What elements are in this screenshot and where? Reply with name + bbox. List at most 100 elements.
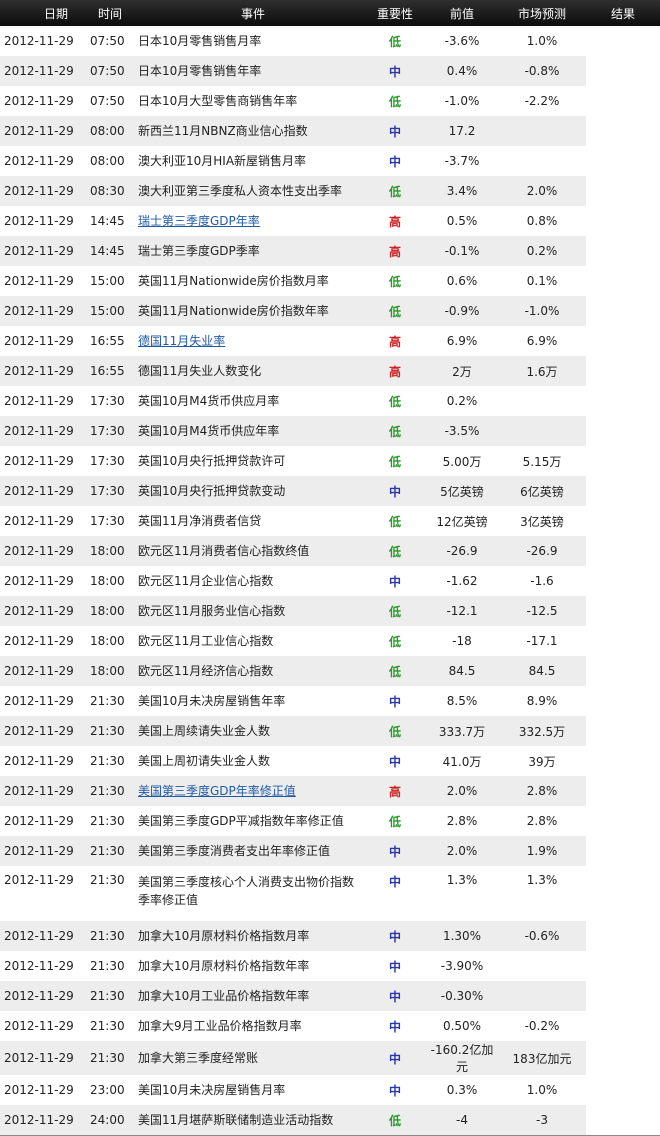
event-date: 2012-11-29: [0, 86, 88, 116]
previous-value: 5亿英镑: [426, 476, 498, 506]
previous-value: -1.0%: [426, 86, 498, 116]
forecast-value: 5.15万: [498, 446, 586, 476]
previous-value: 0.4%: [426, 56, 498, 86]
previous-value: -1.62: [426, 566, 498, 596]
table-row: 2012-11-29 16:55 德国11月失业人数变化高 2万 1.6万: [0, 356, 586, 386]
event-date: 2012-11-29: [0, 416, 88, 446]
event-name: 英国10月央行抵押贷款变动: [132, 476, 364, 506]
previous-value: 2万: [426, 356, 498, 386]
event-date: 2012-11-29: [0, 596, 88, 626]
event-date: 2012-11-29: [0, 116, 88, 146]
event-name: 加拿大第三季度经常账: [132, 1041, 364, 1075]
event-date: 2012-11-29: [0, 776, 88, 806]
importance-badge: 中: [364, 476, 426, 506]
event-time: 21:30: [88, 951, 132, 981]
importance-badge: 低: [364, 416, 426, 446]
forecast-value: -1.6: [498, 566, 586, 596]
table-row: 2012-11-29 21:30 美国第三季度消费者支出年率修正值中 2.0% 1.9%: [0, 836, 586, 866]
event-time: 17:30: [88, 476, 132, 506]
event-time: 24:00: [88, 1105, 132, 1135]
event-date: 2012-11-29: [0, 746, 88, 776]
event-time: 16:55: [88, 356, 132, 386]
forecast-value: 1.0%: [498, 26, 586, 56]
forecast-value: 2.8%: [498, 776, 586, 806]
forecast-value: [498, 981, 586, 1011]
economic-calendar: 日期 时间 事件 重要性 前值 市场预测 结果 2012-11-29 07:50 日…: [0, 0, 660, 1136]
previous-value: -4: [426, 1105, 498, 1135]
forecast-value: 3亿英镑: [498, 506, 586, 536]
event-time: 14:45: [88, 206, 132, 236]
previous-value: 0.6%: [426, 266, 498, 296]
event-time: 07:50: [88, 56, 132, 86]
event-date: 2012-11-29: [0, 206, 88, 236]
event-time: 21:30: [88, 776, 132, 806]
event-date: 2012-11-29: [0, 656, 88, 686]
importance-badge: 低: [364, 656, 426, 686]
table-row: 2012-11-29 21:30 美国10月未决房屋销售年率中 8.5% 8.9%: [0, 686, 586, 716]
previous-value: 2.8%: [426, 806, 498, 836]
event-time: 21:30: [88, 836, 132, 866]
previous-value: -3.7%: [426, 146, 498, 176]
importance-badge: 中: [364, 1041, 426, 1075]
event-name: 澳大利亚10月HIA新屋销售月率: [132, 146, 364, 176]
event-name: 瑞士第三季度GDP季率: [132, 236, 364, 266]
table-row: 2012-11-29 07:50 日本10月零售销售年率中 0.4% -0.8%: [0, 56, 586, 86]
previous-value: -3.5%: [426, 416, 498, 446]
forecast-value: -0.8%: [498, 56, 586, 86]
previous-value: 2.0%: [426, 836, 498, 866]
event-name: 日本10月大型零售商销售年率: [132, 86, 364, 116]
event-date: 2012-11-29: [0, 266, 88, 296]
event-name: 美国第三季度核心个人消费支出物价指数季率修正值: [132, 866, 364, 921]
event-link[interactable]: 德国11月失业率: [138, 334, 225, 348]
event-date: 2012-11-29: [0, 1011, 88, 1041]
event-name: 日本10月零售销售年率: [132, 56, 364, 86]
event-link[interactable]: 瑞士第三季度GDP年率: [138, 214, 260, 228]
table-row: 2012-11-29 18:00 欧元区11月服务业信心指数低 -12.1 -12.5: [0, 596, 586, 626]
forecast-value: 6亿英镑: [498, 476, 586, 506]
previous-value: -0.1%: [426, 236, 498, 266]
table-row: 2012-11-29 21:30 美国第三季度GDP平减指数年率修正值低 2.8% 2.…: [0, 806, 586, 836]
event-name: 美国第三季度GDP平减指数年率修正值: [132, 806, 364, 836]
event-time: 21:30: [88, 981, 132, 1011]
previous-value: -160.2亿加元: [426, 1041, 498, 1075]
table-row: 2012-11-29 23:00 美国10月未决房屋销售月率中 0.3% 1.0%: [0, 1075, 586, 1105]
importance-badge: 低: [364, 596, 426, 626]
event-date: 2012-11-29: [0, 506, 88, 536]
previous-value: 17.2: [426, 116, 498, 146]
forecast-value: -2.2%: [498, 86, 586, 116]
event-time: 21:30: [88, 746, 132, 776]
event-date: 2012-11-29: [0, 866, 88, 921]
importance-badge: 中: [364, 146, 426, 176]
importance-badge: 低: [364, 446, 426, 476]
table-row: 2012-11-29 17:30 英国10月央行抵押贷款变动中 5亿英镑 6亿英镑: [0, 476, 586, 506]
event-name: 美国第三季度消费者支出年率修正值: [132, 836, 364, 866]
event-link[interactable]: 美国第三季度GDP年率修正值: [138, 784, 296, 798]
event-name: 新西兰11月NBNZ商业信心指数: [132, 116, 364, 146]
header-result: 结果: [610, 6, 635, 21]
event-date: 2012-11-29: [0, 56, 88, 86]
forecast-value: 84.5: [498, 656, 586, 686]
table-row: 2012-11-29 18:00 欧元区11月企业信心指数中 -1.62 -1.6: [0, 566, 586, 596]
event-date: 2012-11-29: [0, 236, 88, 266]
event-date: 2012-11-29: [0, 836, 88, 866]
previous-value: -26.9: [426, 536, 498, 566]
previous-value: 41.0万: [426, 746, 498, 776]
event-name: 欧元区11月企业信心指数: [132, 566, 364, 596]
event-date: 2012-11-29: [0, 716, 88, 746]
previous-value: 0.3%: [426, 1075, 498, 1105]
table-row: 2012-11-29 21:30 加拿大10月工业品价格指数年率中 -0.30%: [0, 981, 586, 1011]
event-name: 加拿大10月原材料价格指数年率: [132, 951, 364, 981]
previous-value: 84.5: [426, 656, 498, 686]
header-date: 日期: [43, 6, 68, 21]
event-date: 2012-11-29: [0, 476, 88, 506]
header-time: 时间: [97, 6, 122, 21]
table-row: 2012-11-29 18:00 欧元区11月经济信心指数低 84.5 84.5: [0, 656, 586, 686]
importance-badge: 低: [364, 266, 426, 296]
table-row: 2012-11-29 21:30 加拿大10月原材料价格指数年率中 -3.90%: [0, 951, 586, 981]
importance-badge: 高: [364, 236, 426, 266]
previous-value: -0.30%: [426, 981, 498, 1011]
table-row: 2012-11-29 21:30 美国第三季度GDP年率修正值 高 2.0% 2.8%: [0, 776, 586, 806]
header-event: 事件: [240, 6, 265, 21]
forecast-value: -0.6%: [498, 921, 586, 951]
event-date: 2012-11-29: [0, 1041, 88, 1075]
